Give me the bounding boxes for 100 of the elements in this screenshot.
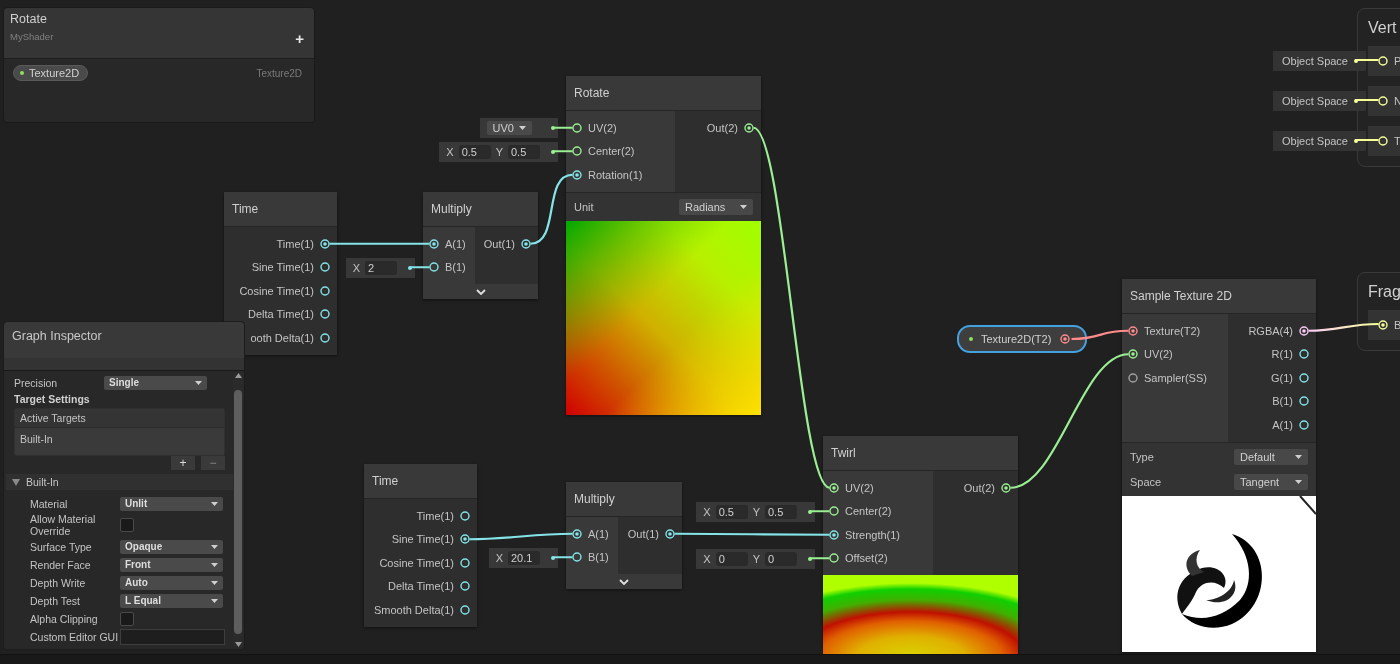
port-icon[interactable]: [1299, 325, 1309, 336]
number-input[interactable]: 0: [765, 551, 797, 566]
field-label: Depth Test: [30, 594, 81, 607]
port-dot-icon: [1354, 59, 1358, 63]
port-icon[interactable]: [1299, 372, 1309, 383]
setting-dropdown[interactable]: Radians: [679, 198, 753, 215]
caret-icon: [195, 380, 202, 385]
port-label: Sampler(SS): [1144, 371, 1207, 384]
foldout-title: Built-In: [26, 476, 59, 488]
list-item[interactable]: Built-In: [15, 428, 224, 455]
port-icon[interactable]: [460, 534, 470, 545]
node-title: Sample Texture 2D: [1122, 279, 1316, 314]
dropdown-field[interactable]: Front: [120, 557, 223, 572]
port-dot-icon: [808, 556, 812, 561]
field-label: Depth Write: [30, 576, 87, 589]
up-arrow-icon[interactable]: [234, 373, 242, 378]
port-icon[interactable]: [460, 604, 470, 615]
space-label: Object Space: [1281, 135, 1348, 147]
port-label: Out(2): [963, 481, 995, 494]
number-input[interactable]: 0: [715, 551, 748, 566]
channel-dropdown[interactable]: UV0: [486, 121, 532, 135]
blackboard-title: Rotate: [10, 12, 48, 26]
scrollbar[interactable]: [233, 373, 243, 647]
caret-icon: [1295, 479, 1302, 484]
port-dot-icon: [551, 149, 555, 154]
port-icon[interactable]: [1299, 349, 1309, 360]
dropdown-field[interactable]: Unlit: [120, 496, 223, 511]
port-icon[interactable]: [521, 238, 531, 249]
node-title: Time: [364, 464, 477, 499]
port-icon[interactable]: [320, 238, 330, 249]
port-label: RGBA(4): [1248, 324, 1293, 337]
number-input[interactable]: 0.5: [458, 144, 491, 159]
dropdown-field[interactable]: L Equal: [120, 593, 223, 608]
property-pill[interactable]: Texture2D: [13, 65, 89, 81]
port-icon[interactable]: [460, 581, 470, 592]
caret-icon: [740, 204, 747, 209]
port-icon[interactable]: [665, 528, 675, 539]
add-target-button[interactable]: +: [171, 456, 195, 470]
node-card[interactable]: Time Time(1) Sine Time(1) Cosine Time(1) Delta Time(1) Smooth Delta(1): [364, 464, 477, 627]
port-label: UV(2): [845, 481, 874, 494]
port-label: Cosine Time(1): [239, 284, 314, 297]
down-arrow-icon[interactable]: [234, 642, 242, 647]
node-card[interactable]: Time Time(1) Sine Time(1) Cosine Time(1) Delta Time(1) ooth Delta(1): [224, 192, 337, 355]
port-icon[interactable]: [572, 528, 582, 539]
port-label: B(1): [445, 261, 466, 274]
foldout-header[interactable]: Built-In: [6, 474, 233, 490]
checkbox[interactable]: [120, 518, 134, 532]
port-icon[interactable]: [460, 557, 470, 568]
number-input[interactable]: 0.5: [765, 504, 797, 519]
number-input[interactable]: 2: [365, 260, 397, 275]
port-icon[interactable]: [429, 238, 439, 249]
chevron-icon: [475, 288, 486, 295]
port-icon[interactable]: [460, 510, 470, 521]
number-input[interactable]: 0.5: [508, 144, 540, 159]
number-input[interactable]: 20.1: [508, 550, 540, 565]
port-label: Rotation(1): [588, 168, 643, 181]
property-type: Texture2D: [256, 67, 302, 79]
port-label: Offset(2): [845, 552, 888, 565]
node-card[interactable]: Sample Texture 2D Texture(T2) UV(2) Sampler(SS) RGBA(4) R(1) G(1) B(1) A(1) Type Default Space Tangent: [1122, 279, 1316, 652]
space-label: Object Space: [1281, 55, 1348, 67]
add-property-button[interactable]: +: [295, 30, 304, 47]
node-title: Rotate: [566, 76, 761, 111]
setting-dropdown[interactable]: Tangent: [1234, 473, 1308, 490]
checkbox[interactable]: [120, 611, 134, 626]
section-heading: Target Settings: [13, 392, 91, 407]
axis-label: X: [352, 261, 360, 274]
port-icon[interactable]: [1299, 396, 1309, 407]
scroll-thumb[interactable]: [234, 390, 242, 634]
caret-icon: [211, 544, 218, 549]
node-title: Multiply: [423, 192, 538, 227]
port-icon[interactable]: [320, 309, 330, 320]
port-wire: [409, 266, 431, 269]
text-input[interactable]: [120, 628, 225, 645]
port-icon[interactable]: [320, 285, 330, 296]
list-header: Active Targets: [15, 409, 224, 428]
dropdown-field[interactable]: Opaque: [120, 539, 223, 554]
port-wire: [552, 150, 574, 153]
dropdown-field[interactable]: Single: [104, 375, 207, 390]
port-label: Out(1): [483, 237, 515, 250]
field-label: Render Face: [30, 558, 92, 571]
port-icon[interactable]: [320, 332, 330, 343]
port-dot-icon: [551, 555, 555, 560]
axis-label: Y: [752, 552, 760, 565]
setting-dropdown[interactable]: Default: [1234, 448, 1308, 465]
port-dot-icon: [551, 126, 555, 130]
port-icon[interactable]: [429, 262, 439, 273]
port-icon[interactable]: [320, 262, 330, 273]
node-title: Twirl: [823, 436, 1018, 471]
port-icon[interactable]: [1299, 419, 1309, 430]
port-icon[interactable]: [572, 169, 582, 180]
dropdown-field[interactable]: Auto: [120, 575, 223, 590]
number-input[interactable]: 0.5: [715, 504, 748, 519]
port-label: A(1): [588, 527, 609, 540]
port-icon[interactable]: [572, 552, 582, 563]
port-label: UV(2): [588, 121, 617, 134]
block-node[interactable]: B: [1368, 310, 1400, 340]
port-icon[interactable]: [1128, 325, 1138, 336]
property-node[interactable]: Texture2D(T2): [957, 325, 1087, 353]
axis-label: X: [703, 552, 711, 565]
port-icon[interactable]: [829, 529, 839, 540]
